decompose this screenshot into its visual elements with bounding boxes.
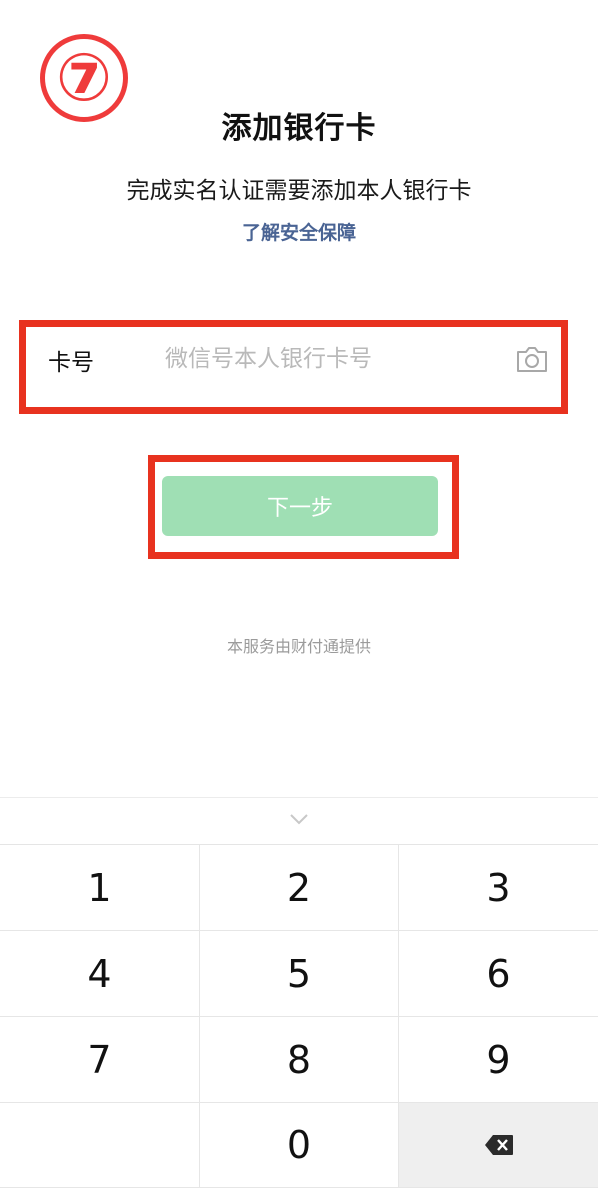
card-number-label: 卡号: [48, 350, 94, 376]
key-0[interactable]: 0: [200, 1103, 399, 1188]
next-step-button[interactable]: 下一步: [162, 476, 438, 536]
key-7[interactable]: 7: [0, 1017, 200, 1103]
chevron-down-icon: [290, 814, 308, 825]
service-provider-note: 本服务由财付通提供: [226, 637, 371, 656]
key-1[interactable]: 1: [0, 845, 200, 931]
keypad-grid: 1 2 3 4 5 6 7 8 9 0: [0, 845, 598, 1188]
backspace-icon: [484, 1135, 513, 1155]
numeric-keyboard: 1 2 3 4 5 6 7 8 9 0: [0, 797, 598, 1188]
key-5[interactable]: 5: [200, 931, 399, 1017]
key-8[interactable]: 8: [200, 1017, 399, 1103]
card-number-input[interactable]: [165, 339, 495, 379]
key-delete[interactable]: [399, 1103, 598, 1188]
page-subtitle: 完成实名认证需要添加本人银行卡: [126, 178, 472, 204]
key-blank: [0, 1103, 200, 1188]
key-3[interactable]: 3: [399, 845, 598, 931]
key-9[interactable]: 9: [399, 1017, 598, 1103]
keyboard-collapse-bar[interactable]: [0, 798, 598, 845]
key-6[interactable]: 6: [399, 931, 598, 1017]
page-title: 添加银行卡: [221, 111, 377, 146]
security-guarantee-link[interactable]: 了解安全保障: [0, 218, 598, 245]
camera-icon[interactable]: [515, 344, 549, 374]
key-4[interactable]: 4: [0, 931, 200, 1017]
key-2[interactable]: 2: [200, 845, 399, 931]
